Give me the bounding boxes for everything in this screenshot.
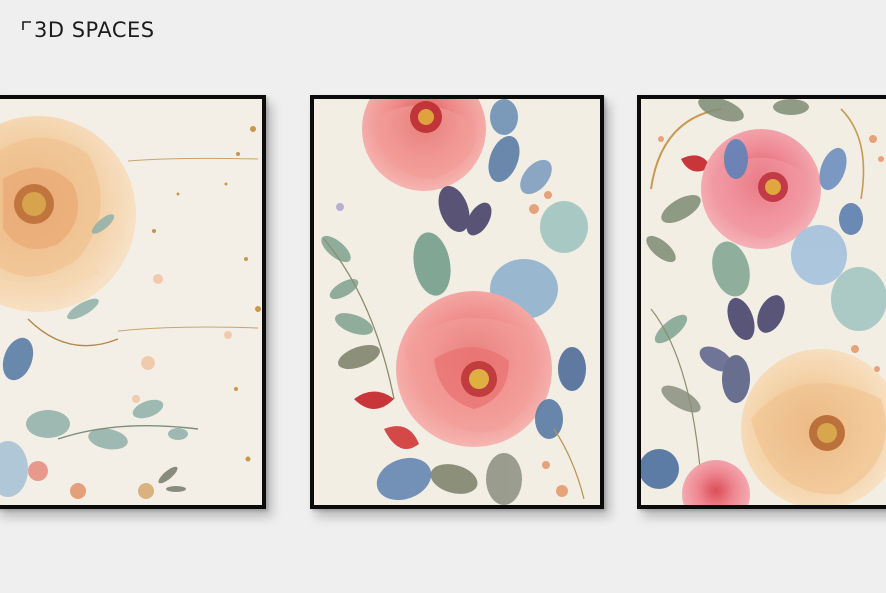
framed-print-left: [0, 95, 266, 509]
framed-print-right: [637, 95, 886, 509]
floral-artwork-right: [641, 99, 886, 505]
floral-artwork-center: [314, 99, 600, 505]
floral-artwork-left: [0, 99, 262, 505]
brand-name: 3D SPACES: [34, 18, 155, 42]
framed-print-center: [310, 95, 604, 509]
corner-bracket-icon: [22, 21, 31, 30]
brand-logo[interactable]: 3D SPACES: [22, 20, 155, 41]
